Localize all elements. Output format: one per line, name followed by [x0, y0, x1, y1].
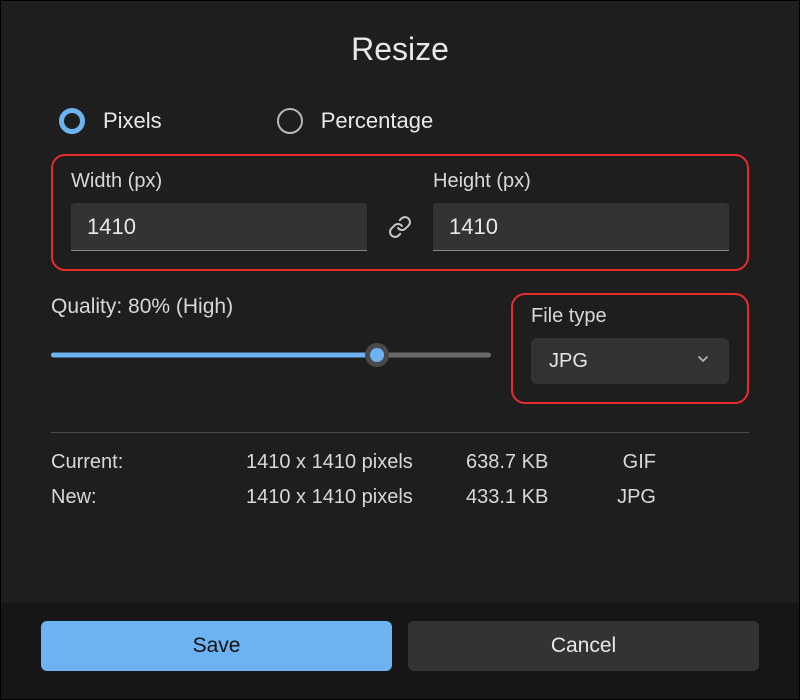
cancel-button[interactable]: Cancel [408, 621, 759, 671]
new-label: New: [51, 486, 246, 509]
dimensions-row: Width (px) Height (px) [71, 170, 729, 251]
quality-filetype-row: Quality: 80% (High) File type JPG [51, 293, 749, 404]
link-aspect-button[interactable] [383, 203, 417, 251]
quality-slider[interactable] [51, 343, 491, 367]
radio-pixels-label: Pixels [103, 108, 162, 134]
dimensions-highlight: Width (px) Height (px) [51, 154, 749, 271]
quality-label: Quality: 80% (High) [51, 295, 491, 319]
new-dimensions: 1410 x 1410 pixels [246, 486, 466, 509]
height-input[interactable] [433, 203, 729, 251]
height-label: Height (px) [433, 170, 729, 193]
filetype-select[interactable]: JPG [531, 338, 729, 384]
info-grid: Current: 1410 x 1410 pixels 638.7 KB GIF… [51, 451, 749, 509]
radio-circle-icon [59, 108, 85, 134]
new-size: 433.1 KB [466, 486, 596, 509]
width-input[interactable] [71, 203, 367, 251]
radio-pixels[interactable]: Pixels [59, 108, 162, 134]
filetype-highlight: File type JPG [511, 293, 749, 404]
radio-percentage[interactable]: Percentage [277, 108, 434, 134]
width-label: Width (px) [71, 170, 367, 193]
width-group: Width (px) [71, 170, 367, 251]
slider-fill [51, 353, 377, 358]
divider [51, 432, 749, 433]
dialog-title: Resize [51, 31, 749, 68]
dialog-content: Resize Pixels Percentage Width (px) [1, 1, 799, 603]
filetype-label: File type [531, 305, 729, 328]
chevron-down-icon [695, 351, 711, 372]
current-dimensions: 1410 x 1410 pixels [246, 451, 466, 474]
filetype-value: JPG [549, 350, 588, 373]
height-group: Height (px) [433, 170, 729, 251]
slider-thumb[interactable] [365, 343, 389, 367]
quality-section: Quality: 80% (High) [51, 293, 491, 367]
link-icon [388, 215, 412, 239]
new-format: JPG [596, 486, 656, 509]
resize-dialog: Resize Pixels Percentage Width (px) [0, 0, 800, 700]
current-label: Current: [51, 451, 246, 474]
current-format: GIF [596, 451, 656, 474]
current-size: 638.7 KB [466, 451, 596, 474]
button-bar: Save Cancel [1, 603, 799, 699]
radio-circle-icon [277, 108, 303, 134]
radio-percentage-label: Percentage [321, 108, 434, 134]
unit-radio-group: Pixels Percentage [51, 108, 749, 134]
save-button[interactable]: Save [41, 621, 392, 671]
